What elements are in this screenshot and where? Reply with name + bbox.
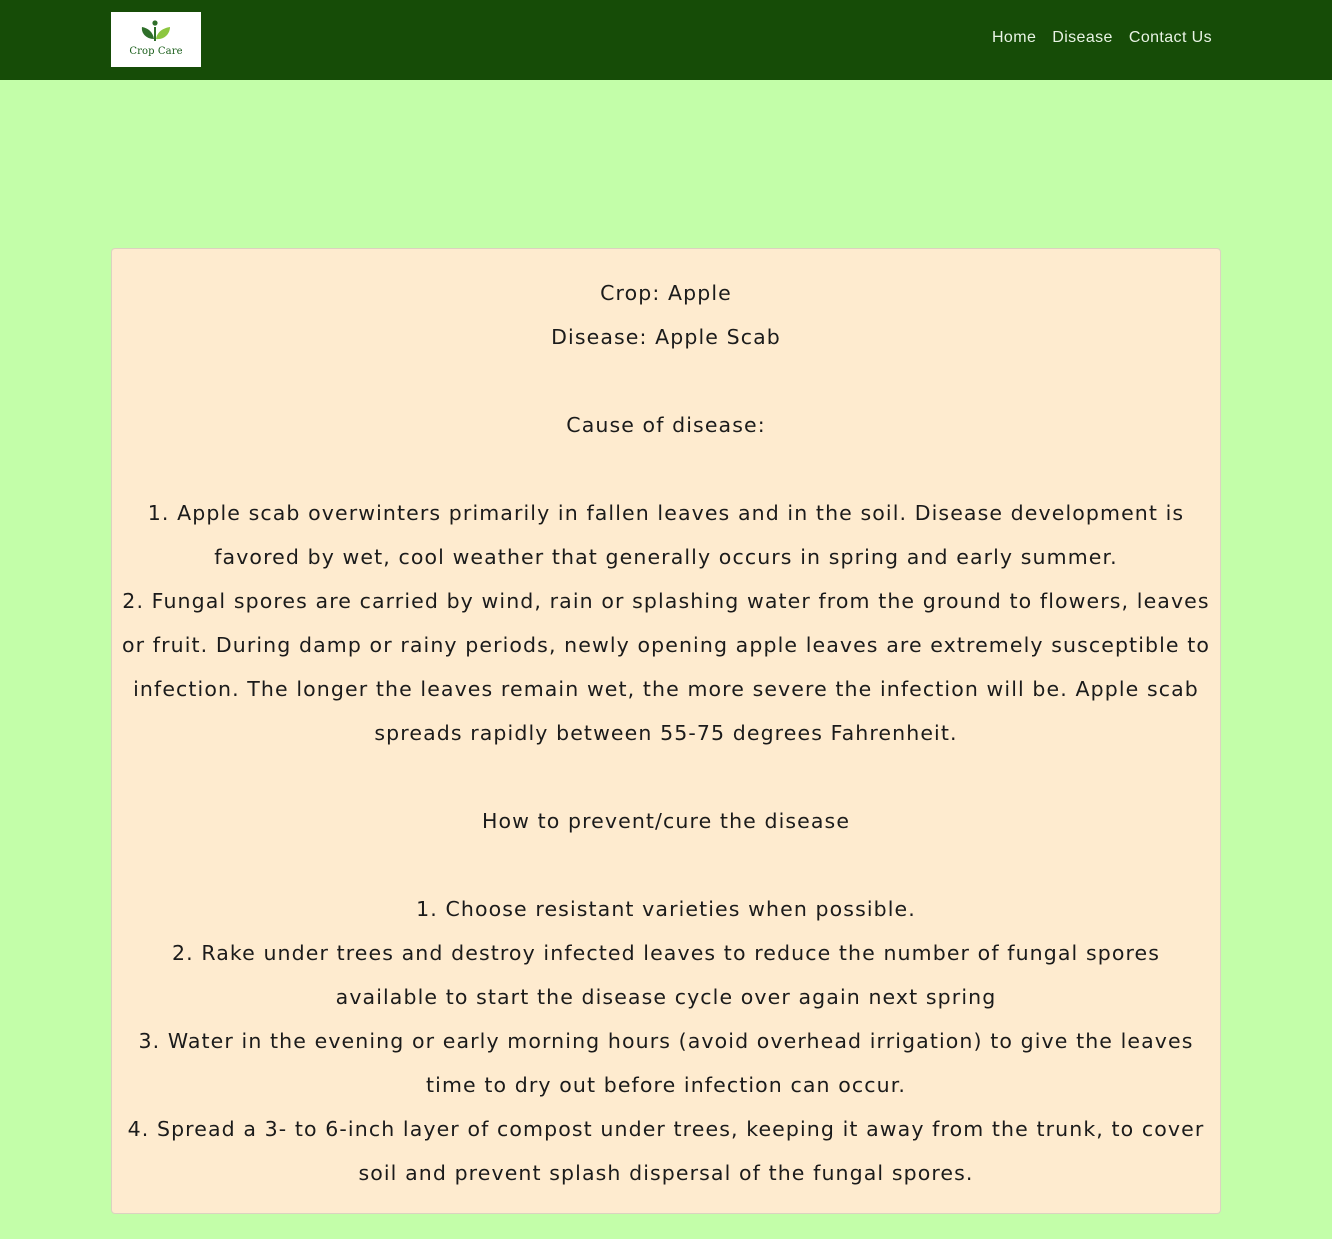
prevention-heading: How to prevent/cure the disease (481, 809, 851, 833)
nav-link-disease[interactable]: Disease (1052, 29, 1113, 47)
cause-heading: Cause of disease: (566, 413, 766, 437)
main-nav: Home Disease Contact Us (992, 29, 1212, 47)
nav-link-home[interactable]: Home (992, 29, 1036, 47)
nav-link-contact-us[interactable]: Contact Us (1129, 29, 1212, 47)
top-navbar: Crop Care Home Disease Contact Us (0, 0, 1332, 80)
cause-item: 1. Apple scab overwinters primarily in f… (147, 501, 1185, 569)
crop-care-logo[interactable]: Crop Care (111, 12, 201, 67)
leaf-sprout-icon (141, 20, 170, 41)
logo-text: Crop Care (129, 46, 183, 57)
prevention-item: 4. Spread a 3- to 6-inch layer of compos… (127, 1117, 1205, 1185)
prevention-item: 2. Rake under trees and destroy infected… (171, 941, 1161, 1009)
disease-label: Disease: Apple Scab (551, 325, 781, 349)
prevention-item: 3. Water in the evening or early morning… (138, 1029, 1194, 1097)
disease-info-card: Crop: Apple Disease: Apple Scab Cause of… (111, 248, 1221, 1214)
cause-item: 2. Fungal spores are carried by wind, ra… (121, 589, 1211, 745)
crop-label: Crop: Apple (600, 281, 732, 305)
prevention-item: 1. Choose resistant varieties when possi… (416, 897, 916, 921)
